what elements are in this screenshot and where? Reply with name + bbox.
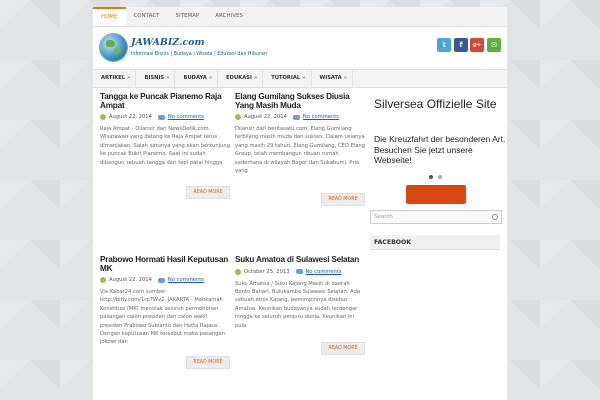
email-icon[interactable]: ✉ [487, 38, 501, 52]
carousel-dot-active[interactable] [429, 175, 433, 179]
topnav-sitemap[interactable]: SITEMAP [168, 7, 208, 26]
site-tagline: Informasi Bisnis | Budaya | Wisata | Edu… [131, 52, 267, 57]
post-date: August 22, 2014 [109, 277, 152, 283]
post-card: Prabowo Hormati Hasil Keputusan MK Augus… [100, 255, 230, 371]
site-title[interactable]: JAWABIZ.com [131, 37, 205, 48]
globe-logo-icon[interactable] [100, 34, 127, 61]
comment-icon [292, 114, 300, 120]
post-card: Elang Gumilang Sukses Diusia Yang Masih … [235, 92, 365, 208]
post-title[interactable]: Prabowo Hormati Hasil Keputusan MK [100, 255, 230, 273]
ad-text: Die Kreuzfahrt der besonderen Art. Besuc… [374, 134, 506, 165]
facebook-icon[interactable]: f [454, 38, 468, 52]
post-excerpt: Suku Amatoa / Suku Kajang Masih di daera… [235, 280, 361, 329]
nav-bisnis[interactable]: BISNIS» [136, 70, 176, 87]
search-placeholder: Search [374, 214, 393, 220]
post-title[interactable]: Elang Gumilang Sukses Diusia Yang Masih … [235, 92, 365, 110]
search-icon[interactable] [492, 214, 498, 220]
nav-wisata[interactable]: WISATA» [312, 70, 354, 87]
nav-edukasi[interactable]: EDUKASI» [218, 70, 264, 87]
topnav-archives[interactable]: ARCHIVES [207, 7, 251, 26]
clock-icon [235, 268, 241, 275]
sidebar-ad[interactable]: Silversea Offizielle Site Die Kreuzfahrt… [370, 94, 507, 209]
ad-cta-button[interactable] [406, 185, 466, 204]
top-nav: HOME CONTACT SITEMAP ARCHIVES [93, 7, 507, 27]
clock-icon [100, 277, 106, 283]
read-more-button[interactable]: READ MORE [321, 342, 365, 355]
comments-link[interactable]: No comments [303, 114, 339, 120]
post-excerpt: Via Kabar24.com sumber http://bitly.com/… [100, 289, 226, 346]
nav-tutorial[interactable]: TUTORIAL» [263, 70, 312, 87]
comment-icon [157, 114, 165, 120]
read-more-button[interactable]: READ MORE [321, 193, 365, 206]
comment-icon [295, 269, 303, 274]
read-more-button[interactable]: READ MORE [186, 186, 230, 199]
topnav-home[interactable]: HOME [93, 7, 126, 26]
post-date: October 25, 2013 [244, 268, 290, 275]
comments-link[interactable]: No comments [168, 277, 204, 283]
post-date: August 22, 2014 [109, 114, 152, 120]
post-date: August 22, 2014 [244, 114, 287, 120]
googleplus-icon[interactable]: g+ [470, 38, 484, 52]
post-meta: August 22, 2014 No comments [100, 114, 230, 120]
ad-title[interactable]: Silversea Offizielle Site [374, 98, 497, 111]
search-input[interactable]: Search [370, 210, 502, 224]
clock-icon [235, 114, 241, 120]
twitter-icon[interactable]: t [437, 38, 451, 52]
post-card: Tangga ke Puncak Pianemo Raja Ampat Augu… [100, 92, 231, 199]
post-meta: October 25, 2013 No comments [235, 268, 365, 275]
post-card: Suku Amatoa di Sulawesi Selatan October … [235, 255, 365, 366]
post-meta: August 22, 2014 No comments [235, 114, 365, 120]
nav-artikel[interactable]: ARTIKEL» [93, 70, 137, 87]
post-title[interactable]: Tangga ke Puncak Pianemo Raja Ampat [100, 92, 230, 110]
nav-budaya[interactable]: BUDAYA» [175, 70, 219, 87]
facebook-widget-heading: FACEBOOK [370, 235, 500, 250]
comments-link[interactable]: No comments [168, 114, 204, 120]
read-more-button[interactable]: READ MORE [186, 356, 230, 369]
comment-icon [157, 277, 165, 283]
clock-icon [100, 114, 106, 120]
post-title[interactable]: Suku Amatoa di Sulawesi Selatan [235, 255, 365, 265]
carousel-dot[interactable] [438, 175, 442, 179]
page-container: HOME CONTACT SITEMAP ARCHIVES JAWABIZ.co… [93, 7, 507, 400]
post-meta: August 22, 2014 No comments [100, 277, 230, 283]
post-excerpt: Raja Ampat - Dilansir dari NewsDetik.com… [100, 126, 231, 166]
comments-link[interactable]: No comments [306, 269, 342, 275]
main-nav: ARTIKEL» BISNIS» BUDAYA» EDUKASI» TUTORI… [93, 69, 507, 88]
topnav-contact[interactable]: CONTACT [126, 7, 168, 26]
post-excerpt: Dilansir dari beritasatu.com. Elang Gumi… [235, 126, 365, 175]
